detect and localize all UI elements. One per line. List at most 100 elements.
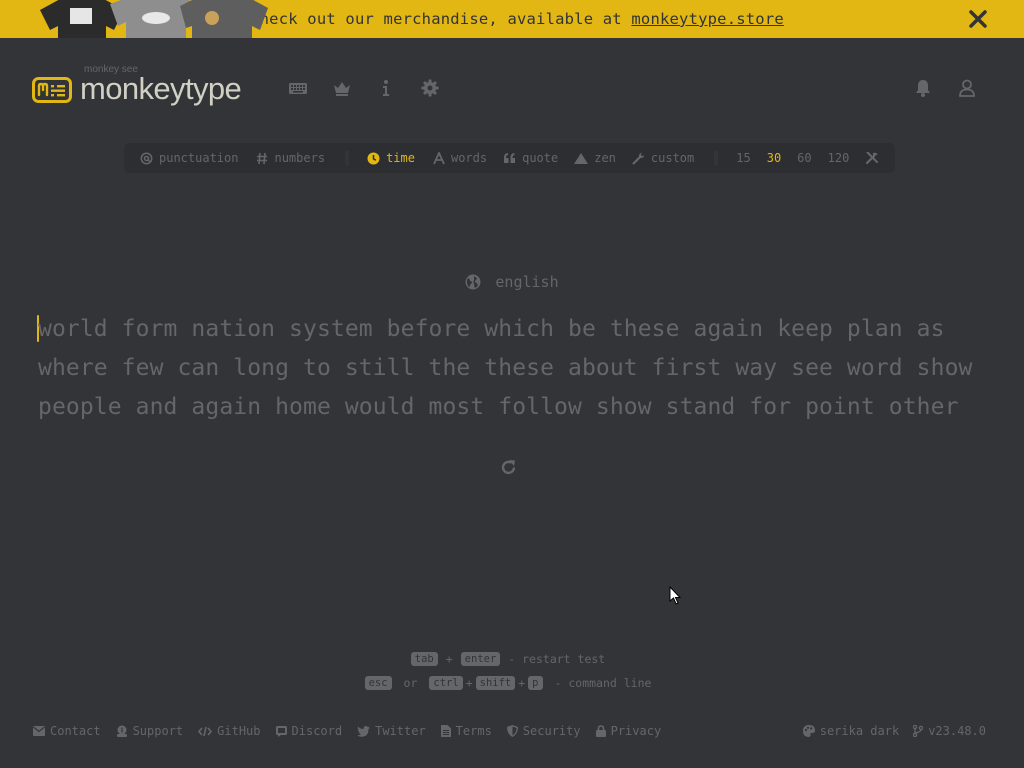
punctuation-label: punctuation <box>159 151 239 165</box>
logo-subtitle: monkey see <box>84 64 138 75</box>
footer-meta: serika dark v23.48.0 <box>789 724 986 738</box>
code-branch-icon <box>913 725 924 737</box>
monkeytype-logo-icon <box>32 77 72 103</box>
language-selector[interactable]: english <box>0 273 1024 291</box>
logo-title: monkeytype <box>80 71 242 106</box>
bell-icon[interactable] <box>913 78 933 98</box>
footer-link-label: Discord <box>291 724 343 738</box>
wrench-icon <box>632 152 644 165</box>
quote-label: quote <box>522 151 559 165</box>
config-separator <box>714 150 719 166</box>
palette-icon <box>802 725 815 737</box>
key-tab: tab <box>410 652 438 666</box>
key-shift: shift <box>475 676 516 690</box>
command-line-hint: esc or ctrl + shift + p - command line <box>0 676 1024 690</box>
plus-sign: + <box>518 676 526 690</box>
shield-icon <box>506 725 518 737</box>
words-label: words <box>450 151 488 165</box>
user-icon[interactable] <box>957 78 977 98</box>
keyboard-icon[interactable] <box>288 78 308 98</box>
custom-duration-tools-icon[interactable] <box>865 151 879 165</box>
mode-words[interactable]: words <box>433 151 487 165</box>
logo[interactable]: monkey see monkeytype <box>32 64 242 106</box>
plus-sign: + <box>465 676 473 690</box>
time-label: time <box>386 151 415 165</box>
theme-name: serika dark <box>819 724 900 738</box>
footer-contact[interactable]: Contact <box>33 724 101 738</box>
crown-icon[interactable] <box>332 78 352 98</box>
banner-text: Check out our merchandise, available at <box>250 10 632 28</box>
or-text: or <box>403 676 418 690</box>
code-icon <box>198 726 213 736</box>
zen-label: zen <box>594 151 616 165</box>
store-link[interactable]: monkeytype.store <box>631 10 784 28</box>
info-icon[interactable] <box>376 78 396 98</box>
words-line: where few can long to still the these ab… <box>38 355 973 381</box>
envelope-icon <box>33 726 45 736</box>
document-icon <box>440 725 451 737</box>
footer-links: Contact Support GitHub Discord Twitter T… <box>33 724 676 738</box>
footer-github[interactable]: GitHub <box>198 724 261 738</box>
key-p: p <box>528 676 543 690</box>
close-icon[interactable] <box>968 9 988 29</box>
duration-120[interactable]: 120 <box>828 151 850 165</box>
footer-terms[interactable]: Terms <box>440 724 492 738</box>
plus-sign: + <box>445 652 453 666</box>
merch-banner: Check out our merchandise, available at … <box>0 0 1024 38</box>
numbers-toggle[interactable]: numbers <box>256 151 325 165</box>
theme-switcher[interactable]: serika dark <box>802 724 900 738</box>
footer-link-label: Twitter <box>375 724 426 738</box>
words-line: world form nation system before which be… <box>38 316 945 342</box>
clock-icon <box>367 152 380 164</box>
duration-30[interactable]: 30 <box>767 151 781 165</box>
mouse-pointer-icon <box>669 586 682 605</box>
config-separator <box>345 150 350 166</box>
lock-icon <box>595 725 606 737</box>
logo-text: monkey see monkeytype <box>80 64 242 106</box>
numbers-label: numbers <box>274 151 326 165</box>
punctuation-toggle[interactable]: punctuation <box>140 151 238 165</box>
version-link[interactable]: v23.48.0 <box>913 724 986 738</box>
at-icon <box>140 152 153 164</box>
footer-security[interactable]: Security <box>506 724 581 738</box>
restart-icon[interactable] <box>500 459 517 476</box>
discord-icon <box>275 725 287 737</box>
custom-label: custom <box>650 151 695 165</box>
footer-discord[interactable]: Discord <box>275 724 343 738</box>
footer-link-label: Security <box>522 724 581 738</box>
duration-60[interactable]: 60 <box>797 151 811 165</box>
duration-15[interactable]: 15 <box>736 151 750 165</box>
footer-privacy[interactable]: Privacy <box>595 724 662 738</box>
test-config-bar: punctuation numbers time words quote zen <box>124 143 895 173</box>
key-ctrl: ctrl <box>429 676 463 690</box>
mountain-icon <box>574 153 589 164</box>
mode-zen[interactable]: zen <box>574 151 616 165</box>
twitter-icon <box>357 725 371 737</box>
globe-icon <box>465 274 481 290</box>
key-esc: esc <box>364 676 392 690</box>
words-container[interactable]: world form nation system before which be… <box>38 310 998 427</box>
font-icon <box>433 151 445 164</box>
mode-time[interactable]: time <box>367 151 415 165</box>
command-hint-text: - command line <box>554 676 652 690</box>
settings-icon[interactable] <box>420 78 440 98</box>
quote-icon <box>504 153 516 163</box>
key-enter: enter <box>460 652 501 666</box>
footer-link-label: Terms <box>455 724 492 738</box>
mode-custom[interactable]: custom <box>632 151 694 165</box>
merch-shirts-image <box>40 0 268 38</box>
footer-link-label: Contact <box>50 724 101 738</box>
restart-hint: tab + enter - restart test <box>0 652 1024 666</box>
footer-twitter[interactable]: Twitter <box>357 724 426 738</box>
footer-support[interactable]: Support <box>116 724 184 738</box>
footer-link-label: GitHub <box>217 724 261 738</box>
footer-link-label: Privacy <box>610 724 662 738</box>
words-line: people and again home would most follow … <box>38 394 959 420</box>
language-label: english <box>495 273 559 291</box>
banner-message: Check out our merchandise, available at … <box>250 10 784 28</box>
hash-icon <box>257 152 268 164</box>
donate-icon <box>116 725 127 737</box>
version-label: v23.48.0 <box>928 724 986 738</box>
mode-quote[interactable]: quote <box>503 151 558 165</box>
footer-link-label: Support <box>132 724 184 738</box>
